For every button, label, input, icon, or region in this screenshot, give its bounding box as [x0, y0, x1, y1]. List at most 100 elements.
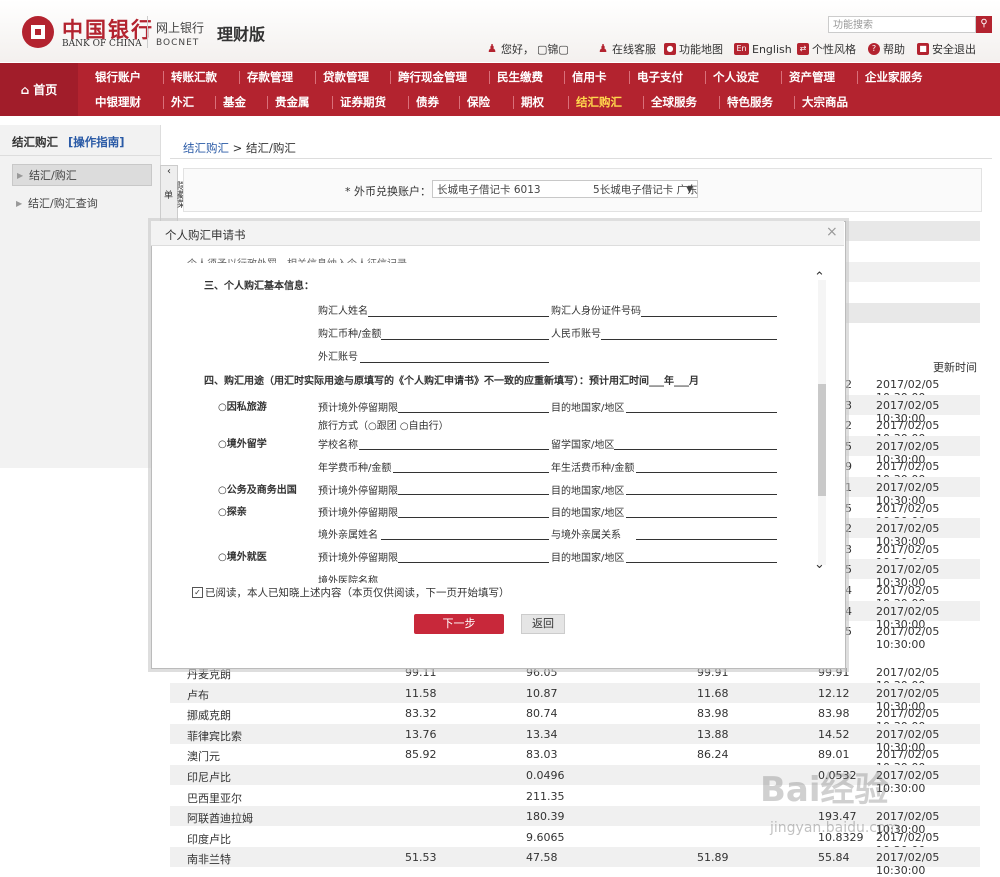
cell-rate: 3	[845, 542, 852, 556]
sidebar-item-label: 结汇/购汇	[29, 169, 77, 182]
nav-separator	[794, 96, 795, 109]
nav-separator	[857, 71, 858, 84]
cell-currency: 印度卢比	[187, 832, 231, 846]
field-underline[interactable]	[368, 316, 549, 317]
chevron-left-icon: ‹	[167, 166, 171, 177]
search-icon[interactable]: ⚲	[976, 16, 992, 33]
field-label: 年学费币种/金额	[318, 463, 392, 474]
breadcrumb-separator: >	[232, 141, 243, 155]
nav-item[interactable]: 中银理财	[95, 91, 141, 113]
operation-guide-link[interactable]: [操作指南]	[68, 134, 125, 150]
next-step-button[interactable]: 下一步	[414, 614, 504, 634]
nav-item[interactable]: 贵金属	[275, 91, 310, 113]
field-underline[interactable]	[636, 539, 777, 540]
link-online-service[interactable]: ♟ 在线客服	[597, 42, 656, 57]
nav-separator	[239, 71, 240, 84]
nav-item[interactable]: 期权	[521, 91, 544, 113]
nav-item[interactable]: 个人设定	[713, 66, 759, 88]
lock-icon: ■	[917, 43, 929, 55]
bank-logo-icon[interactable]	[22, 16, 54, 48]
field-underline[interactable]	[601, 339, 777, 340]
link-function-map[interactable]: ● 功能地图	[664, 42, 723, 56]
sidebar-item-exchange[interactable]: ▶ 结汇/购汇	[12, 164, 152, 186]
field-underline[interactable]	[626, 562, 777, 563]
back-button[interactable]: 返回	[521, 614, 565, 634]
chevron-down-icon[interactable]: ⌄	[814, 557, 825, 572]
field-underline[interactable]	[381, 539, 549, 540]
cell-time: 2017/02/05 10:30:00	[876, 625, 940, 652]
nav-home[interactable]: ⌂ 首页	[0, 63, 78, 116]
nav-item[interactable]: 贷款管理	[323, 66, 369, 88]
account-select[interactable]: 长城电子借记卡 6013 5长城电子借记卡 广东... ▼	[432, 180, 698, 198]
purpose-travel-radio[interactable]: ○因私旅游	[218, 398, 267, 413]
field-underline[interactable]	[381, 339, 549, 340]
nav-item[interactable]: 转账汇款	[171, 66, 217, 88]
nav-item[interactable]: 电子支付	[637, 66, 683, 88]
field-label: 预计境外停留期限	[318, 486, 398, 497]
cell-currency: 阿联酋迪拉姆	[187, 812, 253, 826]
nav-item[interactable]: 保险	[467, 91, 490, 113]
scrollbar-thumb[interactable]	[818, 384, 826, 496]
field-underline[interactable]	[614, 449, 777, 450]
sidebar-item-exchange-query[interactable]: ▶ 结汇/购汇查询	[12, 193, 152, 215]
nav-separator	[315, 71, 316, 84]
field-underline[interactable]	[398, 412, 549, 413]
nav-item[interactable]: 资产管理	[789, 66, 835, 88]
field-underline[interactable]	[636, 472, 777, 473]
field-underline[interactable]	[641, 316, 777, 317]
field-underline[interactable]	[626, 517, 777, 518]
field-label: 购汇人身份证件号码	[551, 306, 641, 317]
sidebar-item-label: 结汇/购汇查询	[28, 197, 98, 210]
agree-checkbox[interactable]: ✓	[192, 587, 203, 598]
field-label[interactable]: 旅行方式（○跟团 ○自由行）	[318, 417, 449, 432]
chevron-down-icon: ▼	[686, 185, 693, 195]
nav-separator	[489, 71, 490, 84]
purpose-medical-radio[interactable]: ○境外就医	[218, 548, 267, 563]
field-underline[interactable]	[626, 494, 777, 495]
account-select-value: 长城电子借记卡 6013 5长城电子借记卡 广东...	[437, 184, 698, 196]
nav-item[interactable]: 结汇购汇	[576, 91, 622, 113]
link-logout[interactable]: ■ 安全退出	[917, 42, 976, 56]
nav-item[interactable]: 存款管理	[247, 66, 293, 88]
purpose-study-radio[interactable]: ○境外留学	[218, 435, 267, 450]
field-label: 年生活费币种/金额	[551, 463, 635, 474]
field-underline[interactable]	[398, 517, 549, 518]
field-underline[interactable]	[360, 362, 549, 363]
purpose-family-visit-radio[interactable]: ○探亲	[218, 503, 247, 518]
collapse-menu-toggle[interactable]: ‹ 隐藏菜单	[160, 165, 185, 223]
nav-item[interactable]: 债券	[416, 91, 439, 113]
nav-item[interactable]: 证券期货	[340, 91, 386, 113]
chevron-up-icon[interactable]: ⌃	[814, 270, 825, 285]
link-english[interactable]: En English	[734, 42, 792, 56]
function-search-input[interactable]: 功能搜索	[828, 16, 976, 33]
nav-item[interactable]: 企业家服务	[865, 66, 923, 88]
caret-right-icon: ▶	[17, 171, 24, 180]
purpose-business-radio[interactable]: ○公务及商务出国	[218, 481, 297, 496]
table-row: 菲律宾比索 13.76 13.34 13.88 14.52 2017/02/05 10:3…	[170, 723, 980, 754]
nav-item[interactable]: 民生缴费	[497, 66, 543, 88]
cell-rate: 13.88	[697, 727, 729, 741]
nav-item[interactable]: 基金	[223, 91, 246, 113]
field-underline[interactable]	[359, 449, 549, 450]
field-underline[interactable]	[393, 472, 549, 473]
link-help[interactable]: ? 帮助	[868, 42, 905, 56]
cell-currency: 澳门元	[187, 750, 220, 764]
nav-item[interactable]: 外汇	[171, 91, 194, 113]
field-underline[interactable]	[626, 412, 777, 413]
cell-rate: 1	[845, 481, 852, 494]
close-icon[interactable]: ×	[826, 224, 838, 240]
nav-item[interactable]: 信用卡	[572, 66, 607, 88]
cell-currency: 印尼卢比	[187, 771, 231, 784]
field-label: 购汇币种/金额	[318, 329, 382, 340]
field-underline[interactable]	[398, 562, 549, 563]
field-underline[interactable]	[398, 494, 549, 495]
nav-item[interactable]: 银行账户	[95, 66, 141, 88]
nav-item[interactable]: 全球服务	[651, 91, 697, 113]
nav-separator	[459, 96, 460, 109]
breadcrumb-link[interactable]: 结汇购汇	[183, 141, 229, 155]
nav-item[interactable]: 特色服务	[727, 91, 773, 113]
nav-item[interactable]: 跨行现金管理	[398, 66, 467, 88]
cell-currency: 卢布	[187, 688, 209, 702]
nav-item[interactable]: 大宗商品	[802, 91, 848, 113]
link-personal-style[interactable]: ⇄ 个性风格	[797, 42, 856, 56]
